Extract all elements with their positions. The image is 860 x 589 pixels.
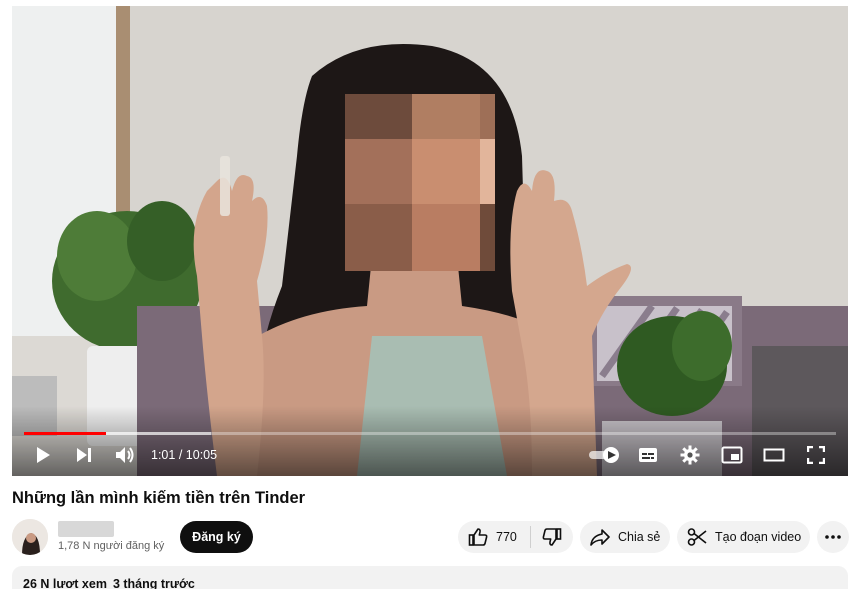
progress-played — [24, 432, 106, 435]
subscriber-count: 1,78 N người đăng ký — [58, 540, 165, 552]
miniplayer-button[interactable] — [720, 444, 744, 466]
progress-bar[interactable] — [24, 432, 836, 435]
video-player[interactable]: 1:01 / 10:05 — [12, 6, 848, 476]
more-icon — [825, 535, 841, 539]
settings-button[interactable] — [678, 444, 702, 466]
theater-mode-icon — [763, 448, 785, 462]
share-icon — [590, 528, 610, 546]
settings-icon — [680, 445, 700, 465]
description-box[interactable]: 26 N lượt xem 3 tháng trước — [12, 566, 848, 589]
time-display: 1:01 / 10:05 — [151, 447, 217, 463]
clip-label: Tạo đoạn video — [715, 530, 802, 544]
autoplay-toggle-icon — [588, 445, 622, 465]
like-count: 770 — [496, 530, 517, 544]
time-separator: / — [178, 448, 183, 462]
next-button[interactable] — [72, 444, 96, 466]
theater-mode-button[interactable] — [762, 444, 786, 466]
like-icon — [468, 528, 488, 546]
dislike-button[interactable] — [531, 521, 573, 553]
volume-button[interactable] — [113, 444, 137, 466]
next-icon — [76, 447, 92, 463]
share-button[interactable]: Chia sẻ — [580, 521, 670, 553]
like-dislike-group: 770 — [458, 521, 573, 553]
play-icon — [35, 446, 51, 464]
scissors-icon — [687, 528, 707, 546]
upload-age: 3 tháng trước — [112, 577, 195, 589]
autoplay-toggle[interactable] — [587, 444, 623, 466]
fullscreen-icon — [807, 446, 825, 464]
share-label: Chia sẻ — [618, 530, 661, 544]
like-button[interactable]: 770 — [458, 521, 530, 553]
clip-button[interactable]: Tạo đoạn video — [677, 521, 810, 553]
video-title: Những lần mình kiếm tiền trên Tinder — [12, 489, 306, 507]
view-count: 26 N lượt xem — [23, 577, 107, 589]
volume-icon — [115, 446, 135, 464]
miniplayer-icon — [721, 446, 743, 464]
subtitles-button[interactable] — [636, 444, 660, 466]
description-meta: 26 N lượt xem 3 tháng trước — [23, 577, 195, 589]
dislike-icon — [542, 528, 562, 546]
subtitles-icon — [638, 447, 658, 463]
time-current: 1:01 — [151, 448, 176, 462]
avatar[interactable] — [12, 519, 48, 555]
more-actions-button[interactable] — [817, 521, 849, 553]
channel-name-redacted[interactable] — [58, 521, 114, 537]
subscribe-button[interactable]: Đăng ký — [180, 521, 253, 553]
time-total: 10:05 — [185, 448, 218, 462]
fullscreen-button[interactable] — [804, 444, 828, 466]
play-button[interactable] — [30, 444, 56, 466]
